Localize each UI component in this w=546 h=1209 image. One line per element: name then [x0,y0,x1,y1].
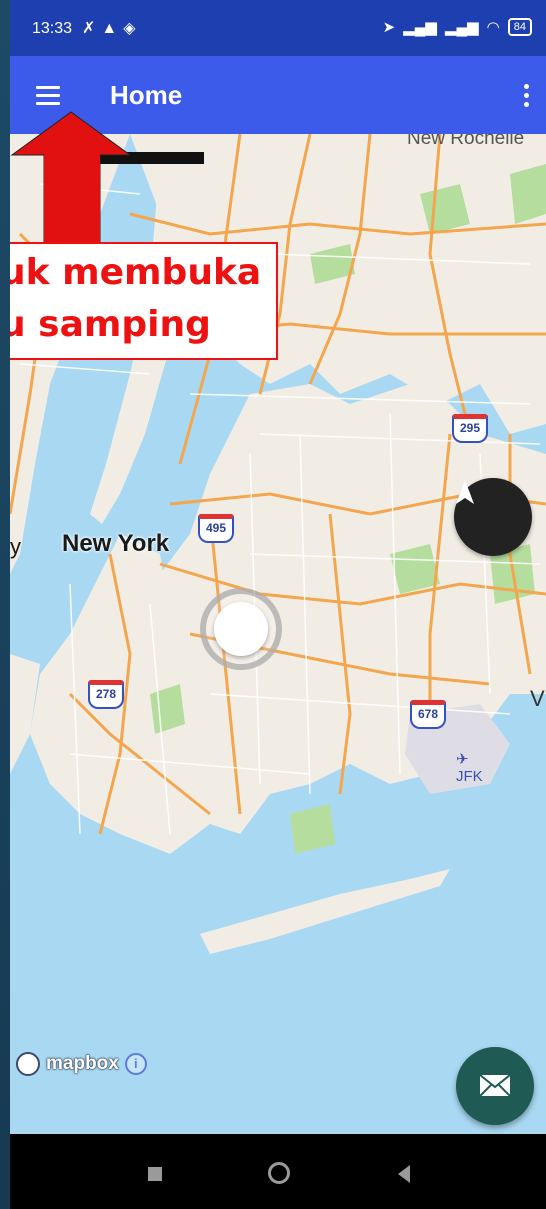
phone-screen: 13:33 ✗▲◈ ➤ ▂▄▆ ▂▄▆ ◠ 84 Home New Rochel… [10,0,546,1209]
user-location-puck [214,602,268,656]
airplane-icon: ✈ [456,751,469,768]
highway-shield-278: 278 [88,680,124,709]
map-label-partial-right: V [530,686,545,711]
back-triangle-icon[interactable] [398,1165,410,1183]
more-vert-icon[interactable] [524,84,530,108]
annotation-text-line-2: u samping [10,304,211,345]
annotation-arrow-icon [10,111,130,246]
signal-icon: ▂▄▆ [444,19,479,36]
mail-icon [479,1074,511,1097]
recents-square-icon[interactable] [148,1167,162,1181]
mapbox-attribution[interactable]: mapbox i [16,1052,147,1076]
message-fab-button[interactable] [456,1047,534,1125]
map-label-jfk-text: JFK [456,768,483,785]
home-circle-icon[interactable] [268,1162,290,1184]
status-right-icons: ➤ ▂▄▆ ▂▄▆ ◠ 84 [383,18,532,36]
wifi-icon: ◠ [486,19,500,36]
info-icon[interactable]: i [124,1053,147,1075]
map-label-partial-left: y [10,534,21,559]
mapbox-logo-icon [16,1052,40,1076]
highway-shield-678: 678 [410,700,446,729]
location-arrow-icon: ➤ [382,19,396,36]
highway-shield-295: 295 [452,414,488,443]
system-nav-bar [10,1134,546,1209]
signal-icon: ▂▄▆ [403,19,437,36]
compass-button[interactable] [454,478,532,556]
north-arrow-icon [456,480,474,504]
annotation-text-line-1: uk membuka [10,252,262,293]
battery-indicator: 84 [507,18,532,36]
left-background-strip [0,0,10,1209]
highway-shield-495: 495 [198,514,234,543]
map-label-new-rochelle: New Rochelle [407,134,525,149]
mapbox-wordmark: mapbox [46,1053,119,1074]
map-label-jfk: ✈ JFK [456,750,483,785]
map-label-new-york: New York [62,530,170,557]
